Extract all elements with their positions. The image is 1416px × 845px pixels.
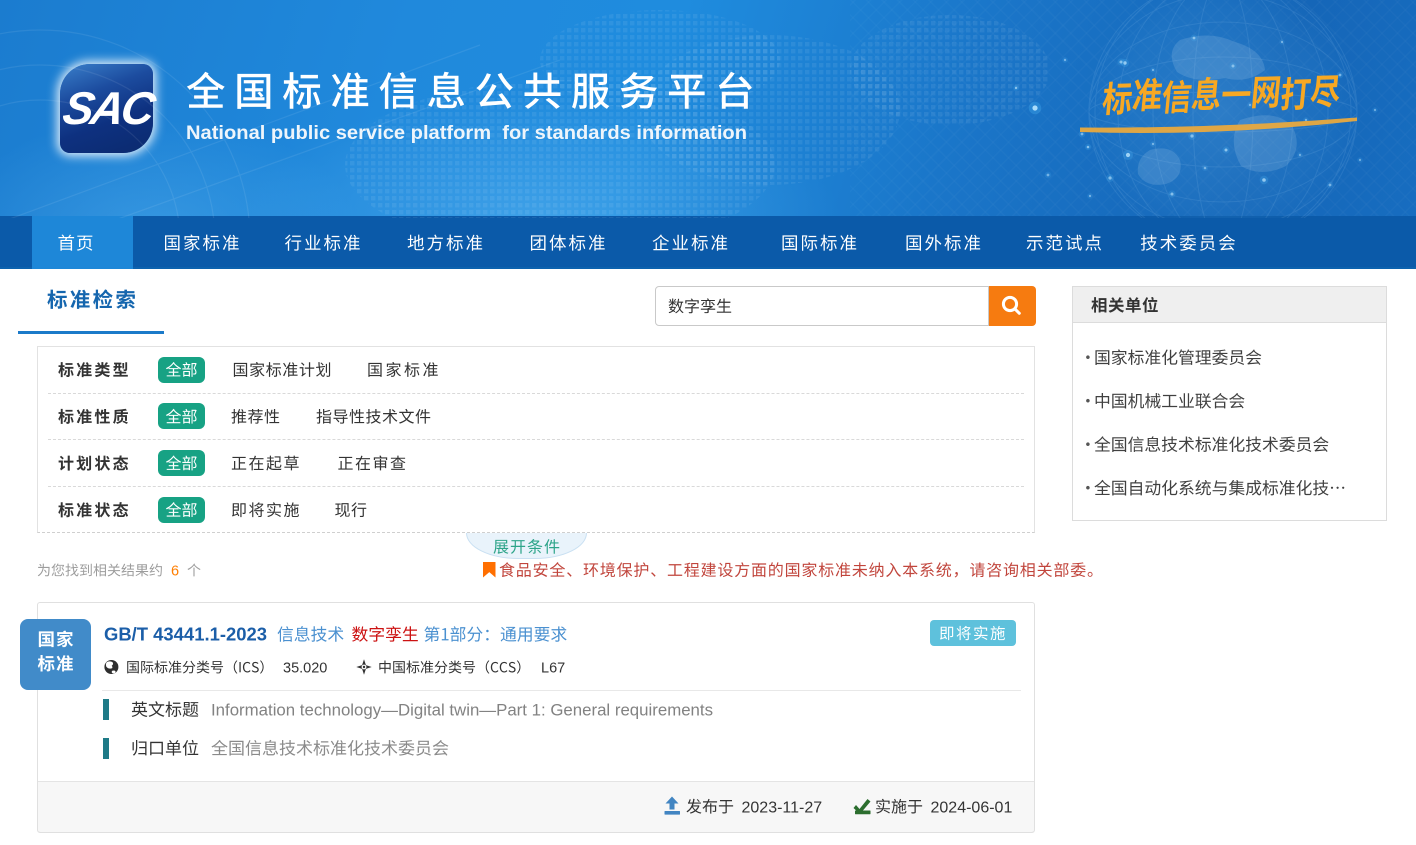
svg-text:6: 6 — [171, 563, 179, 579]
